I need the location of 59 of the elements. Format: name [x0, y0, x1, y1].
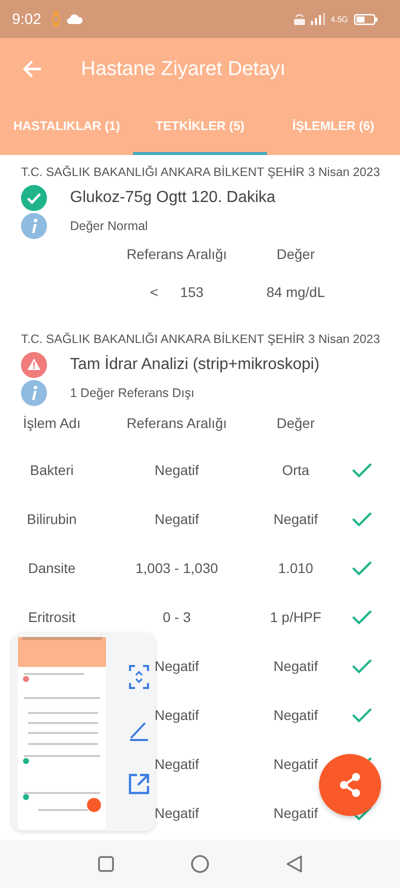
screen-title: Hastane Ziyaret Detayı: [81, 58, 286, 80]
battery-icon: [354, 14, 378, 24]
table-cell: Negatif: [274, 510, 318, 526]
table-cell: Negatif: [274, 658, 318, 674]
table-cell: Negatif: [154, 756, 199, 772]
pencil-icon[interactable]: [128, 720, 150, 742]
table-cell: 84 mg/dL: [266, 284, 325, 300]
table-cell: Dansite: [28, 560, 76, 576]
table-cell: 153: [180, 284, 204, 300]
tab[interactable]: TETKİKLER (5): [133, 100, 267, 155]
table-cell: Negatif: [274, 706, 318, 722]
test-date: 3 Nisan 2023: [308, 332, 380, 346]
screenshot-thumbnail-drawing[interactable]: [18, 637, 106, 829]
cloud-icon: [67, 14, 84, 24]
table-cell: Negatif: [274, 756, 318, 772]
table-cell: Bakteri: [30, 462, 74, 478]
tab[interactable]: İŞLEMLER (6): [266, 100, 400, 155]
column-header: İşlem Adı: [23, 415, 81, 431]
table-cell: Orta: [282, 462, 310, 478]
network-type: 4.5G: [330, 14, 348, 24]
back-icon[interactable]: [286, 855, 302, 873]
home-icon[interactable]: [190, 855, 209, 873]
table-cell: Negatif: [274, 804, 318, 820]
column-header: Referans Aralığı: [126, 246, 227, 262]
table-cell: Negatif: [154, 706, 199, 722]
watch-icon: [51, 11, 62, 27]
tab[interactable]: HASTALIKLAR (1): [0, 100, 134, 155]
volte-icon: [294, 13, 305, 25]
table-cell: Bilirubin: [26, 510, 77, 526]
table-cell: 1.010: [278, 560, 314, 576]
table-cell: Negatif: [154, 510, 199, 526]
column-header: Referans Aralığı: [126, 415, 227, 431]
table-cell: 0 - 3: [162, 608, 191, 624]
warning-icon: [21, 352, 47, 378]
institution-name: T.C. SAĞLIK BAKANLIĞI ANKARA BİLKENT ŞEHİR: [21, 332, 305, 346]
table-cell: 1 p/HPF: [270, 608, 322, 624]
share-button[interactable]: [319, 754, 381, 816]
table-cell: <: [150, 284, 158, 300]
result-summary: Değer Normal: [70, 219, 148, 233]
info-icon: [21, 380, 47, 406]
institution-name: T.C. SAĞLIK BAKANLIĞI ANKARA BİLKENT ŞEHİR: [21, 165, 305, 179]
clock-time: 9:02: [12, 10, 42, 28]
test-date: 3 Nisan 2023: [308, 165, 380, 179]
signal-icon: [310, 13, 325, 25]
check-circle-icon: [21, 185, 47, 211]
table-cell: Negatif: [154, 658, 199, 674]
table-cell: Eritrosit: [28, 608, 76, 624]
scroll-capture-icon[interactable]: [129, 664, 149, 689]
table-cell: 1,003 - 1,030: [136, 560, 218, 576]
table-cell: Negatif: [154, 462, 199, 478]
table-cell: Negatif: [154, 804, 199, 820]
test-name: Tam İdrar Analizi (strip+mikroskopi): [70, 356, 320, 374]
column-header: Değer: [276, 415, 315, 431]
test-name: Glukoz-75g Ogtt 120. Dakika: [70, 189, 276, 207]
column-header: Değer: [276, 246, 315, 262]
info-icon: [21, 213, 47, 239]
recents-icon[interactable]: [98, 856, 114, 872]
share-out-icon[interactable]: [128, 773, 150, 796]
result-summary: 1 Değer Referans Dışı: [70, 386, 194, 400]
